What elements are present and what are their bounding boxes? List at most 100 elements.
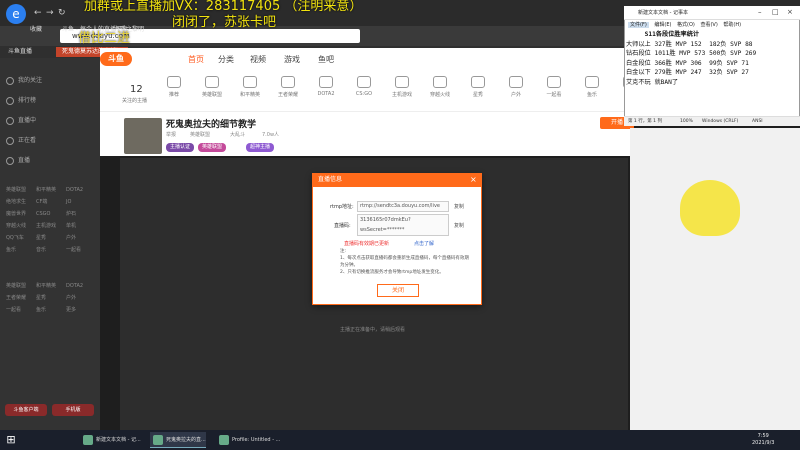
- sidebar-grid-link[interactable]: 穿越火线: [6, 220, 36, 232]
- sidebar-grid-link[interactable]: 星秀: [36, 292, 66, 304]
- sidebar-grid-link[interactable]: 户外: [66, 232, 96, 244]
- sidebar-grid-link[interactable]: 炉石: [66, 208, 96, 220]
- category-item[interactable]: 鱼乐: [574, 76, 610, 98]
- menu-view[interactable]: 查看(V): [700, 22, 717, 28]
- copy-rtmp-button[interactable]: 复制: [454, 203, 464, 210]
- code-input[interactable]: 3136165r07dmkEu?wsSecret=*******: [357, 214, 449, 236]
- category-label: 一起看: [546, 92, 562, 98]
- sidebar-grid-link[interactable]: 鱼乐: [6, 244, 36, 256]
- category-item[interactable]: DOTA2: [308, 76, 344, 97]
- category-item[interactable]: 主机游戏: [384, 76, 420, 98]
- sidebar-grid-row: 王者荣耀 星秀 户外: [6, 292, 96, 304]
- sidebar-grid-link[interactable]: CSGO: [36, 208, 66, 220]
- tab-douyu-home[interactable]: 斗鱼直播: [2, 47, 38, 57]
- nav-category[interactable]: 分类: [218, 54, 234, 65]
- rtmp-input[interactable]: rtmp://sendtc3a.douyu.com/live: [357, 201, 449, 212]
- code-updated-note: 直播码有效期已更新: [344, 241, 390, 247]
- sidebar-grid-link[interactable]: 绝地求生: [6, 196, 36, 208]
- sidebar-grid-link[interactable]: 英雄联盟: [6, 184, 36, 196]
- sidebar-grid-link[interactable]: 更多: [66, 304, 96, 316]
- category-label: 穿越火线: [429, 92, 450, 98]
- sidebar-grid-link[interactable]: 王者荣耀: [6, 292, 36, 304]
- learn-more-link[interactable]: 点击了解: [414, 240, 434, 247]
- taskbar-app-profile[interactable]: Profile: Untitled - ...: [216, 432, 280, 448]
- browser-logo-icon[interactable]: e: [6, 4, 26, 24]
- game-link[interactable]: 英雄联盟: [190, 131, 210, 138]
- sidebar-grid-link[interactable]: QQ飞车: [6, 232, 36, 244]
- category-item[interactable]: 推荐: [156, 76, 192, 98]
- site-logo[interactable]: 斗鱼: [100, 52, 132, 66]
- nav-home[interactable]: 首页: [188, 54, 204, 65]
- menu-help[interactable]: 帮助(H): [723, 22, 741, 28]
- maximize-icon[interactable]: □: [772, 8, 779, 16]
- close-window-icon[interactable]: ×: [787, 8, 793, 16]
- dialog-close-button[interactable]: 关闭: [377, 284, 419, 297]
- menu-format[interactable]: 格式(O): [677, 22, 695, 28]
- sidebar-item-follow[interactable]: 我的关注: [6, 74, 96, 88]
- sidebar-grid-link[interactable]: 一起看: [66, 244, 96, 256]
- sidebar-grid-link[interactable]: 单机: [66, 220, 96, 232]
- windows-start-icon[interactable]: ⊞: [4, 433, 18, 447]
- category-item[interactable]: 英雄联盟: [194, 76, 230, 98]
- category-item[interactable]: 一起看: [536, 76, 572, 98]
- viewer-count: 7.0w人: [262, 132, 280, 138]
- taskbar-app-notepad[interactable]: 新建文本文档 - 记...: [80, 432, 141, 448]
- menu-edit[interactable]: 编辑(E): [654, 22, 671, 28]
- client-download-button[interactable]: 斗鱼客户端: [5, 404, 47, 416]
- subscriptions-label: 关注的主播: [122, 98, 148, 104]
- tag-verified: 主播认证: [166, 143, 195, 152]
- sidebar-grid-link[interactable]: DOTA2: [66, 280, 96, 292]
- cursor-position: 第 1 行，第 1 列: [628, 119, 662, 124]
- sidebar-item-watching[interactable]: 正在看: [6, 134, 96, 148]
- menu-file[interactable]: 文件(F): [628, 22, 649, 28]
- notepad-line: 白金段位 366胜 MVP 306 99负 SVP 71: [626, 59, 749, 67]
- nav-video[interactable]: 视频: [250, 54, 266, 65]
- sidebar-item-live[interactable]: 直播中: [6, 114, 96, 128]
- sidebar-grid-link[interactable]: 鱼乐: [36, 304, 66, 316]
- close-icon[interactable]: ×: [470, 175, 477, 185]
- category-item[interactable]: CS:GO: [346, 76, 382, 97]
- copy-code-button[interactable]: 复制: [454, 222, 464, 229]
- stream-title: 死鬼奥拉夫的细节教学: [166, 120, 257, 130]
- bookmark-favorites[interactable]: 收藏: [30, 24, 42, 33]
- sidebar-item-stream[interactable]: 直播: [6, 154, 96, 168]
- live-icon: [6, 116, 14, 125]
- sidebar-grid-link[interactable]: 魔兽世界: [6, 208, 36, 220]
- sidebar-item-label: 正在看: [18, 137, 37, 144]
- sidebar-grid-link[interactable]: JO: [66, 196, 96, 208]
- category-item[interactable]: 星秀: [460, 76, 496, 98]
- category-item[interactable]: 户外: [498, 76, 534, 98]
- sidebar-grid-link[interactable]: 星秀: [36, 232, 66, 244]
- category-item[interactable]: 穿越火线: [422, 76, 458, 98]
- sidebar-grid-link[interactable]: 和平精英: [36, 280, 66, 292]
- refresh-icon[interactable]: ↻: [58, 8, 66, 18]
- category-label: 星秀: [472, 92, 483, 98]
- sidebar-grid-link[interactable]: 主机游戏: [36, 220, 66, 232]
- sidebar-grid-link[interactable]: 和平精英: [36, 184, 66, 196]
- category-item[interactable]: 和平精英: [232, 76, 268, 98]
- nav-yuba[interactable]: 鱼吧: [318, 54, 334, 65]
- taskbar-clock[interactable]: 7:59 2021/9/3: [752, 433, 774, 447]
- category-icon: [471, 76, 485, 88]
- avatar[interactable]: [124, 118, 162, 154]
- category-item[interactable]: 王者荣耀: [270, 76, 306, 98]
- sidebar-grid-link[interactable]: 音乐: [36, 244, 66, 256]
- sidebar-grid-link[interactable]: 一起看: [6, 304, 36, 316]
- taskbar-app-browser[interactable]: 死鬼奥拉夫的直...: [150, 432, 206, 448]
- notepad-text-area[interactable]: S11各段位胜率统计 大师以上 327胜 MVP 152 182负 SVP 88 钻…: [626, 30, 798, 116]
- category-label: 英雄联盟: [201, 92, 222, 98]
- sidebar-grid-link[interactable]: DOTA2: [66, 184, 96, 196]
- back-icon[interactable]: ←: [34, 8, 42, 18]
- report-link[interactable]: 举报: [166, 131, 176, 138]
- sidebar-grid-link[interactable]: CF端: [36, 196, 66, 208]
- minimize-icon[interactable]: –: [758, 8, 762, 16]
- sidebar-grid-link[interactable]: 户外: [66, 292, 96, 304]
- sidebar-item-rank[interactable]: 排行榜: [6, 94, 96, 108]
- play-icon: [6, 156, 14, 165]
- mobile-version-button[interactable]: 手机版: [52, 404, 94, 416]
- sidebar-grid-row: 魔兽世界 CSGO 炉石: [6, 208, 96, 220]
- sidebar-grid-link[interactable]: 英雄联盟: [6, 280, 36, 292]
- forward-icon[interactable]: →: [46, 8, 54, 18]
- notepad-line: 钻石段位 1011胜 MVP 573 500负 SVP 269: [626, 50, 757, 57]
- nav-game[interactable]: 游戏: [284, 54, 300, 65]
